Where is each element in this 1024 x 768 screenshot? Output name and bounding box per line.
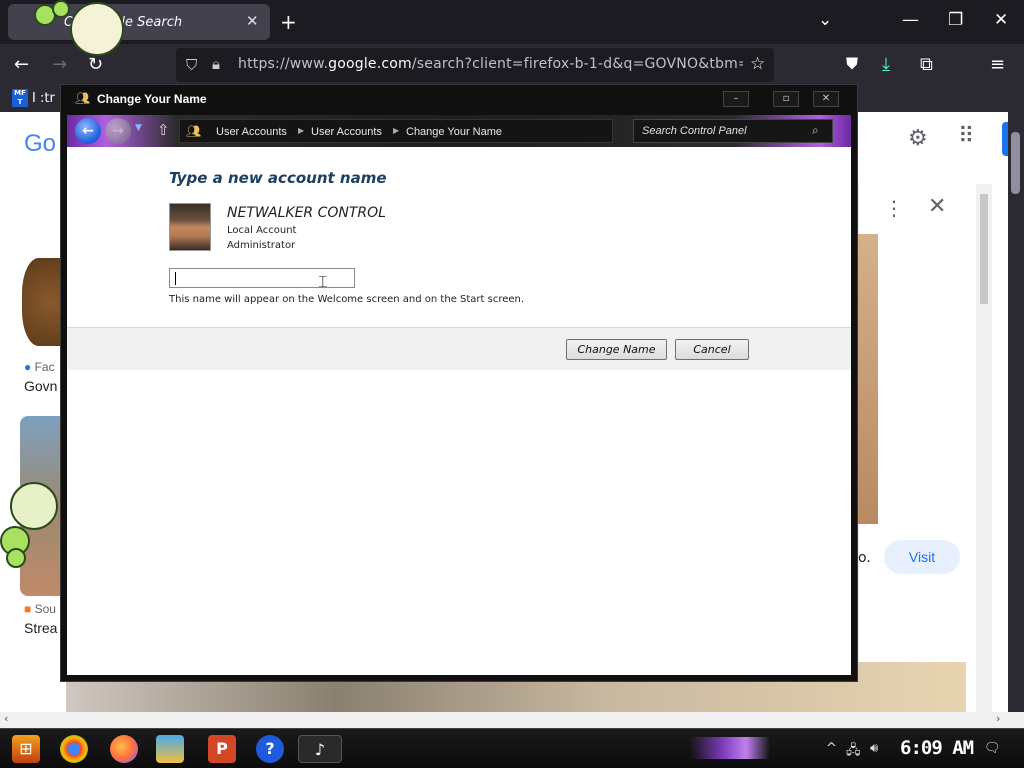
address-bar: ← → ▼ ⇧ 👥︎ User Accounts ▶ User Accounts… <box>67 115 851 147</box>
help-icon[interactable]: ? <box>256 735 284 763</box>
mascot-character-top <box>30 0 126 60</box>
back-arrow-icon[interactable]: ← <box>14 54 29 75</box>
search-control-panel-input[interactable]: Search Control Panel ⌕ <box>633 119 833 143</box>
back-button[interactable]: ← <box>75 118 101 144</box>
cancel-button[interactable]: Cancel <box>675 339 749 360</box>
preview-scrollbar[interactable] <box>976 184 992 714</box>
minimize-window-button[interactable]: — <box>902 10 919 30</box>
result-thumbnail[interactable] <box>22 258 64 346</box>
avatar <box>169 203 211 251</box>
search-icon[interactable]: ⌕ <box>812 123 819 138</box>
result-title[interactable]: Govn <box>24 378 57 394</box>
close-window-button[interactable]: ✕ <box>994 10 1008 30</box>
preview-caption: o. <box>858 550 871 566</box>
volume-icon[interactable]: 🔊︎ <box>870 741 878 756</box>
taskbar-decoration <box>690 737 770 759</box>
browser-nav-bar: ← → ↻ ⛉ 🔒︎ https://www.google.com/search… <box>0 44 1024 86</box>
apps-grid-icon[interactable]: ⠿ <box>958 124 974 149</box>
breadcrumb-item[interactable]: User Accounts <box>311 126 382 138</box>
change-name-dialog: 👥︎ Change Your Name – ▫ ✕ ← → ▼ ⇧ 👥︎ Use… <box>60 84 858 682</box>
breadcrumb[interactable]: 👥︎ User Accounts ▶ User Accounts ▶ Chang… <box>179 119 613 143</box>
recent-pages-chevron-icon[interactable]: ▼ <box>135 123 142 133</box>
breadcrumb-item[interactable]: User Accounts <box>216 126 287 138</box>
dialog-minimize-button[interactable]: – <box>723 91 749 107</box>
new-tab-button[interactable]: + <box>280 10 297 34</box>
breadcrumb-item[interactable]: Change Your Name <box>406 126 502 138</box>
dialog-maximize-button[interactable]: ▫ <box>773 91 799 107</box>
text-caret <box>175 272 176 285</box>
page-title: Type a new account name <box>169 169 387 187</box>
change-name-button[interactable]: Change Name <box>566 339 667 360</box>
tab-list-chevron-icon[interactable]: ⌄ <box>818 10 832 30</box>
url-bar[interactable]: ⛉ 🔒︎ https://www.google.com/search?clien… <box>176 48 774 82</box>
result-title[interactable]: Strea <box>24 620 57 636</box>
horizontal-scrollbar[interactable]: ‹ › <box>0 712 1024 728</box>
url-text[interactable]: https://www.google.com/search?client=fir… <box>238 56 743 72</box>
visit-button[interactable]: Visit <box>884 540 960 574</box>
name-hint-text: This name will appear on the Welcome scr… <box>169 294 525 305</box>
chrome-icon[interactable] <box>60 735 88 763</box>
breadcrumb-chevron-icon[interactable]: ▶ <box>298 126 304 135</box>
control-panel-taskbar-icon[interactable]: ♪ <box>298 735 342 763</box>
page-scrollbar[interactable] <box>1008 112 1024 712</box>
shield-icon[interactable]: ⛉ <box>186 56 197 74</box>
google-logo[interactable]: Go <box>24 130 56 158</box>
mascot-character-left <box>0 478 64 570</box>
user-accounts-icon: 👥︎ <box>75 91 91 105</box>
tray-overflow-chevron-icon[interactable]: ^ <box>826 741 837 756</box>
file-explorer-icon[interactable] <box>156 735 184 763</box>
up-arrow-icon[interactable]: ⇧ <box>157 121 170 139</box>
scroll-left-icon[interactable]: ‹ <box>4 712 8 725</box>
powerpoint-icon[interactable]: P <box>208 735 236 763</box>
taskbar: ⊞ P ? ♪ ^ 🖧︎ 🔊︎ 6:09 AM 🗨︎ <box>0 728 1024 768</box>
user-accounts-icon: 👥︎ <box>186 124 202 138</box>
pocket-icon[interactable]: ⛊ <box>846 54 858 74</box>
ibeam-cursor-icon: ⌶ <box>318 272 328 291</box>
dialog-content: Type a new account name NETWALKER CONTRO… <box>67 147 851 675</box>
extensions-icon[interactable]: ⧉ <box>920 54 933 75</box>
result-source: ■ Sou <box>24 602 56 616</box>
bookmark-favicon-icon: MF T <box>12 89 28 107</box>
bookmark-item[interactable]: I :tr <box>32 91 55 106</box>
breadcrumb-chevron-icon[interactable]: ▶ <box>393 126 399 135</box>
more-options-icon[interactable]: ⋮ <box>884 196 904 220</box>
preview-image[interactable] <box>856 234 878 524</box>
lock-icon[interactable]: 🔒︎ <box>212 55 220 73</box>
dialog-close-button[interactable]: ✕ <box>813 91 839 107</box>
restore-window-button[interactable]: ❐ <box>948 10 963 30</box>
button-row: Change Name Cancel <box>67 328 851 370</box>
search-placeholder: Search Control Panel <box>642 125 747 137</box>
account-type: Local Account <box>227 225 297 236</box>
bookmark-star-icon[interactable]: ☆ <box>750 54 765 74</box>
downloads-icon[interactable]: ⤓ <box>882 54 890 75</box>
account-role: Administrator <box>227 240 296 251</box>
tab-close-icon[interactable]: ✕ <box>246 12 259 30</box>
browser-tab-bar: O - Google Search ✕ + ⌄ — ❐ ✕ <box>0 0 1024 44</box>
close-preview-icon[interactable]: ✕ <box>928 194 946 219</box>
result-source: ● Fac <box>24 360 55 374</box>
start-button[interactable]: ⊞ <box>12 735 40 763</box>
menu-hamburger-icon[interactable]: ≡ <box>990 54 1005 75</box>
network-icon[interactable]: 🖧︎ <box>846 741 861 763</box>
settings-gear-icon[interactable]: ⚙ <box>908 126 928 151</box>
firefox-taskbar-icon[interactable] <box>110 735 138 763</box>
scroll-right-icon[interactable]: › <box>996 712 1000 725</box>
dialog-title: Change Your Name <box>97 92 207 106</box>
account-name: NETWALKER CONTROL <box>227 205 386 221</box>
notifications-icon[interactable]: 🗨︎ <box>984 741 1001 756</box>
forward-button[interactable]: → <box>105 118 131 144</box>
taskbar-clock[interactable]: 6:09 AM <box>900 737 974 759</box>
